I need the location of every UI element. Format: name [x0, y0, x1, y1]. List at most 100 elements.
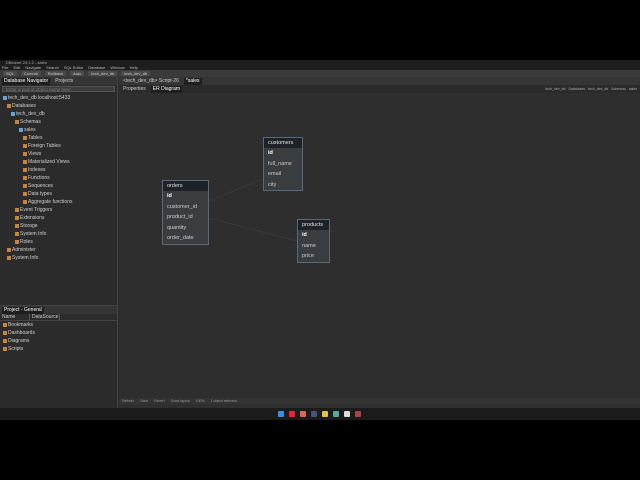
tree-item[interactable]: Data types — [0, 190, 117, 198]
datasource-selector[interactable]: tech_dev_db — [88, 71, 118, 76]
tab-projects[interactable]: Projects — [53, 78, 75, 85]
tree-item[interactable]: Extensions — [0, 214, 117, 222]
sql-button[interactable]: SQL — [3, 71, 18, 76]
tree-item[interactable]: tech_dev_db — [0, 110, 117, 118]
database-icon — [11, 111, 15, 116]
tree-item-label: Functions — [28, 175, 50, 181]
entity-column[interactable]: city — [264, 180, 302, 191]
tree-item[interactable]: System Info — [0, 254, 117, 262]
tree-item[interactable]: Schemas — [0, 118, 117, 126]
tree-item[interactable]: Tables — [0, 134, 117, 142]
tree-item[interactable]: Functions — [0, 174, 117, 182]
app-icon[interactable] — [355, 411, 361, 417]
tab-project-general[interactable]: Project - General — [2, 306, 44, 314]
rollback-button[interactable]: Rollback — [44, 71, 67, 76]
tree-item[interactable]: sales — [0, 126, 117, 134]
project-item[interactable]: Scripts — [0, 345, 117, 353]
entity-products[interactable]: products id name price — [297, 219, 330, 263]
app-icon[interactable] — [333, 411, 339, 417]
windows-taskbar — [0, 408, 640, 420]
entity-column[interactable]: quantity — [163, 223, 208, 234]
diagram-toolbar: Refresh Save Revert Show layout 100% 1 o… — [119, 398, 640, 404]
tree-item[interactable]: Aggregate functions — [0, 198, 117, 206]
schema-selector[interactable]: tech_dev_db — [121, 71, 151, 76]
tree-item[interactable]: System Info — [0, 230, 117, 238]
folder-icon — [15, 207, 19, 212]
entity-column[interactable]: id — [298, 230, 329, 241]
tree-item[interactable]: Administer — [0, 246, 117, 254]
folder-icon — [15, 239, 19, 244]
folder-icon — [15, 231, 19, 236]
tree-item[interactable]: Storage — [0, 222, 117, 230]
tree-item[interactable]: Roles — [0, 238, 117, 246]
tab-script-26[interactable]: <tech_dev_db> Script-26 — [121, 78, 181, 85]
project-columns: Name DataSource — [0, 314, 117, 321]
tree-item-label: tech_dev_db — [16, 111, 45, 117]
start-icon[interactable] — [278, 411, 284, 417]
breadcrumb-item[interactable]: sales — [629, 87, 637, 91]
entity-column[interactable]: customer_id — [163, 202, 208, 213]
tab-database-navigator[interactable]: Database Navigator — [2, 77, 51, 85]
column-name[interactable]: Name — [0, 314, 30, 320]
tab-er-diagram[interactable]: ER Diagram — [150, 85, 183, 93]
entity-column[interactable]: product_id — [163, 212, 208, 223]
folder-icon — [23, 199, 27, 204]
tree-item[interactable]: Materialized Views — [0, 158, 117, 166]
entity-orders[interactable]: orders id customer_id product_id quantity ord… — [162, 180, 209, 245]
dbeaver-icon[interactable] — [344, 411, 350, 417]
app-icon[interactable] — [289, 411, 295, 417]
breadcrumb-item[interactable]: Schemas — [611, 87, 626, 91]
app-icon[interactable] — [311, 411, 317, 417]
breadcrumb-item[interactable]: tech_dev_db — [545, 87, 565, 91]
entity-column[interactable]: order_date — [163, 233, 208, 244]
project-item-label: Dashboards — [8, 330, 35, 336]
entity-column[interactable]: full_name — [264, 159, 302, 170]
folder-icon — [23, 167, 27, 172]
breadcrumb-item[interactable]: Databases — [568, 87, 585, 91]
file-explorer-icon[interactable] — [322, 411, 328, 417]
save-button[interactable]: Save — [140, 398, 148, 404]
selection-status: 1 object selected — [210, 399, 237, 403]
breadcrumb-item[interactable]: tech_dev_db — [588, 87, 608, 91]
project-item[interactable]: Diagrams — [0, 337, 117, 345]
project-item[interactable]: Dashboards — [0, 329, 117, 337]
project-item[interactable]: Bookmarks — [0, 321, 117, 329]
tab-properties[interactable]: Properties — [121, 86, 148, 93]
layout-button[interactable]: Show layout — [171, 398, 190, 404]
tree-item[interactable]: Sequences — [0, 182, 117, 190]
browser-icon[interactable] — [300, 411, 306, 417]
tree-item[interactable]: Databases — [0, 102, 117, 110]
tree-item[interactable]: tech_dev_db localhost:5433 — [0, 94, 117, 102]
tab-sales[interactable]: *sales — [183, 77, 202, 85]
entity-header[interactable]: customers — [264, 138, 302, 148]
zoom-level[interactable]: 100% — [196, 398, 205, 404]
entity-customers[interactable]: customers id full_name email city — [263, 137, 303, 191]
entity-column[interactable]: id — [264, 148, 302, 159]
entity-column[interactable]: email — [264, 169, 302, 180]
navigator-filter-input[interactable]: Enter a part of object name here — [2, 86, 115, 92]
folder-icon — [3, 322, 7, 327]
entity-column[interactable]: price — [298, 251, 329, 262]
folder-icon — [23, 143, 27, 148]
tree-item-label: Schemas — [20, 119, 41, 125]
entity-column[interactable]: name — [298, 241, 329, 252]
relation-lines — [208, 178, 298, 242]
tree-item[interactable]: Views — [0, 150, 117, 158]
commit-button[interactable]: Commit — [21, 71, 41, 76]
tree-item[interactable]: Event Triggers — [0, 206, 117, 214]
entity-column[interactable]: id — [163, 191, 208, 202]
tree-item[interactable]: Indexes — [0, 166, 117, 174]
refresh-button[interactable]: Refresh — [122, 398, 134, 404]
er-diagram-canvas[interactable]: customers id full_name email city orders id cu… — [119, 94, 640, 398]
revert-button[interactable]: Revert — [154, 398, 164, 404]
folder-icon — [23, 183, 27, 188]
folder-icon — [7, 255, 11, 260]
transaction-mode[interactable]: Auto — [70, 71, 85, 76]
entity-header[interactable]: products — [298, 220, 329, 230]
tree-item[interactable]: Foreign Tables — [0, 142, 117, 150]
column-datasource[interactable]: DataSource — [30, 314, 60, 320]
tree-item-label: Views — [28, 151, 42, 157]
database-icon — [3, 95, 7, 100]
tree-item-label: Event Triggers — [20, 207, 53, 213]
entity-header[interactable]: orders — [163, 181, 208, 191]
